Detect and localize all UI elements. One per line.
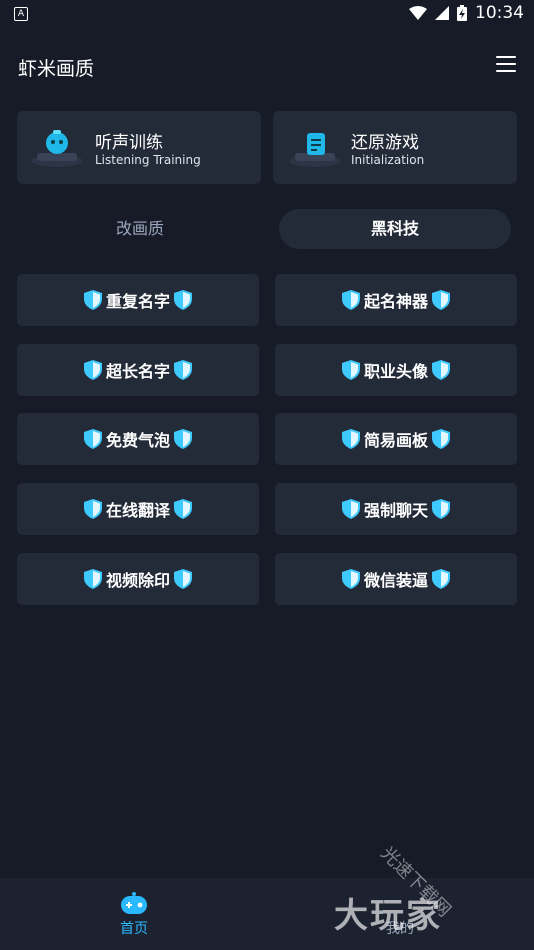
simple-drawing-button[interactable]: 简易画板 bbox=[275, 413, 517, 465]
menu-icon[interactable] bbox=[496, 56, 516, 74]
shield-icon bbox=[83, 290, 102, 310]
card-title: 听声训练 bbox=[95, 133, 163, 153]
force-chat-button[interactable]: 强制聊天 bbox=[275, 483, 517, 535]
shield-icon bbox=[174, 499, 192, 519]
button-label: 免费气泡 bbox=[105, 431, 170, 450]
shield-icon bbox=[174, 290, 192, 310]
shield-icon bbox=[341, 290, 360, 310]
shield-icon bbox=[432, 360, 450, 380]
app-title: 虾米画质 bbox=[18, 58, 95, 80]
tab-tech[interactable]: 黑科技 bbox=[279, 209, 511, 249]
status-bar: A 10:34 bbox=[0, 0, 534, 28]
button-label: 强制聊天 bbox=[363, 501, 428, 520]
shield-icon bbox=[341, 429, 360, 449]
button-label: 职业头像 bbox=[363, 362, 428, 381]
name-generator-button[interactable]: 起名神器 bbox=[275, 274, 517, 326]
shield-icon bbox=[432, 499, 450, 519]
button-label: 起名神器 bbox=[363, 292, 428, 311]
shield-icon bbox=[83, 499, 102, 519]
shield-icon bbox=[432, 569, 450, 589]
duplicate-name-button[interactable]: 重复名字 bbox=[17, 274, 259, 326]
button-label: 重复名字 bbox=[105, 292, 170, 311]
nav-item-home[interactable]: 首页 bbox=[74, 878, 194, 950]
button-label: 在线翻译 bbox=[105, 501, 170, 520]
shield-icon bbox=[83, 360, 102, 380]
career-avatar-button[interactable]: 职业头像 bbox=[275, 344, 517, 396]
video-watermark-remove-button[interactable]: 视频除印 bbox=[17, 553, 259, 605]
nav-label: 我的 bbox=[386, 921, 414, 937]
shield-icon bbox=[174, 360, 192, 380]
long-name-button[interactable]: 超长名字 bbox=[17, 344, 259, 396]
button-label: 简易画板 bbox=[363, 431, 428, 450]
wechat-show-off-button[interactable]: 微信装逼 bbox=[275, 553, 517, 605]
free-bubble-button[interactable]: 免费气泡 bbox=[17, 413, 259, 465]
shield-icon bbox=[432, 290, 450, 310]
button-label: 微信装逼 bbox=[363, 571, 428, 590]
document-restore-icon bbox=[283, 127, 347, 169]
battery-charging-icon bbox=[457, 5, 467, 21]
shield-icon bbox=[432, 429, 450, 449]
wifi-icon bbox=[409, 6, 427, 20]
nav-item-mine[interactable]: 我的 bbox=[340, 878, 460, 950]
initialization-card[interactable]: 还原游戏 Initialization bbox=[273, 111, 517, 184]
shield-icon bbox=[83, 429, 102, 449]
gamepad-robot-icon bbox=[120, 892, 148, 914]
bottom-nav: 首页 我的 bbox=[0, 878, 534, 950]
shield-icon bbox=[341, 360, 360, 380]
notification-icon: A bbox=[14, 7, 28, 21]
tab-quality[interactable]: 改画质 bbox=[24, 209, 256, 249]
shield-icon bbox=[174, 429, 192, 449]
online-translate-button[interactable]: 在线翻译 bbox=[17, 483, 259, 535]
shield-icon bbox=[341, 499, 360, 519]
button-label: 超长名字 bbox=[105, 362, 170, 381]
listening-training-card[interactable]: 听声训练 Listening Training bbox=[17, 111, 261, 184]
clock: 10:34 bbox=[475, 3, 524, 23]
app-bar: 虾米画质 bbox=[0, 50, 534, 84]
button-label: 视频除印 bbox=[105, 571, 170, 590]
signal-icon bbox=[435, 6, 449, 20]
card-subtitle: Initialization bbox=[351, 153, 425, 167]
shield-icon bbox=[174, 569, 192, 589]
nav-label: 首页 bbox=[120, 921, 148, 937]
card-title: 还原游戏 bbox=[351, 133, 419, 153]
shield-icon bbox=[83, 569, 102, 589]
bot-speaker-icon bbox=[27, 127, 91, 169]
card-subtitle: Listening Training bbox=[95, 153, 201, 167]
shield-icon bbox=[341, 569, 360, 589]
